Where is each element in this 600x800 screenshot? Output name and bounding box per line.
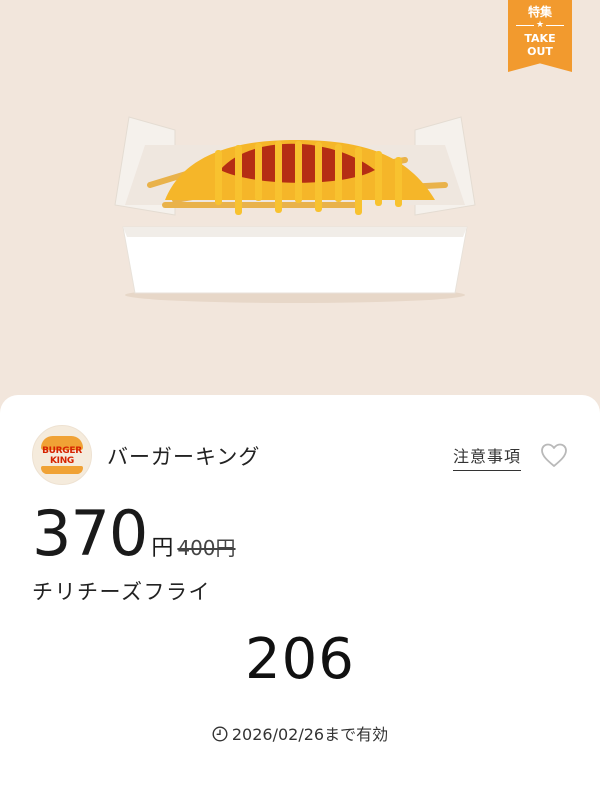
tag-takeout-label: TAKE OUT — [524, 32, 556, 58]
original-price: 400円 — [177, 536, 236, 560]
logo-text: BURGER KING — [42, 446, 82, 466]
star-icon: ★ — [508, 20, 572, 30]
brand-name: バーガーキング — [107, 445, 261, 469]
coupon-code: 206 — [245, 627, 355, 692]
coupon-card: BURGER KING バーガーキング 注意事項 370 円 400円 チリチーズフ… — [0, 395, 600, 800]
tag-feature-label: 特集 — [527, 5, 552, 19]
clock-icon — [212, 726, 228, 742]
takeout-feature-tag: 特集 ★ TAKE OUT — [508, 0, 572, 72]
burger-king-logo: BURGER KING — [32, 425, 92, 485]
notice-link[interactable]: 注意事項 — [453, 443, 522, 471]
current-price: 370 — [32, 497, 148, 570]
chili-cheese-fries-image — [114, 116, 476, 303]
expiry-info: 2026/02/26まで有効 — [0, 721, 600, 745]
price-row: 370 円 400円 — [32, 497, 236, 570]
price-unit: 円 — [151, 536, 174, 561]
product-hero-area: 特集 ★ TAKE OUT — [0, 0, 600, 420]
expiry-text: 2026/02/26まで有効 — [231, 725, 389, 744]
heart-outline-icon[interactable] — [540, 442, 568, 468]
product-name: チリチーズフライ — [32, 580, 211, 604]
